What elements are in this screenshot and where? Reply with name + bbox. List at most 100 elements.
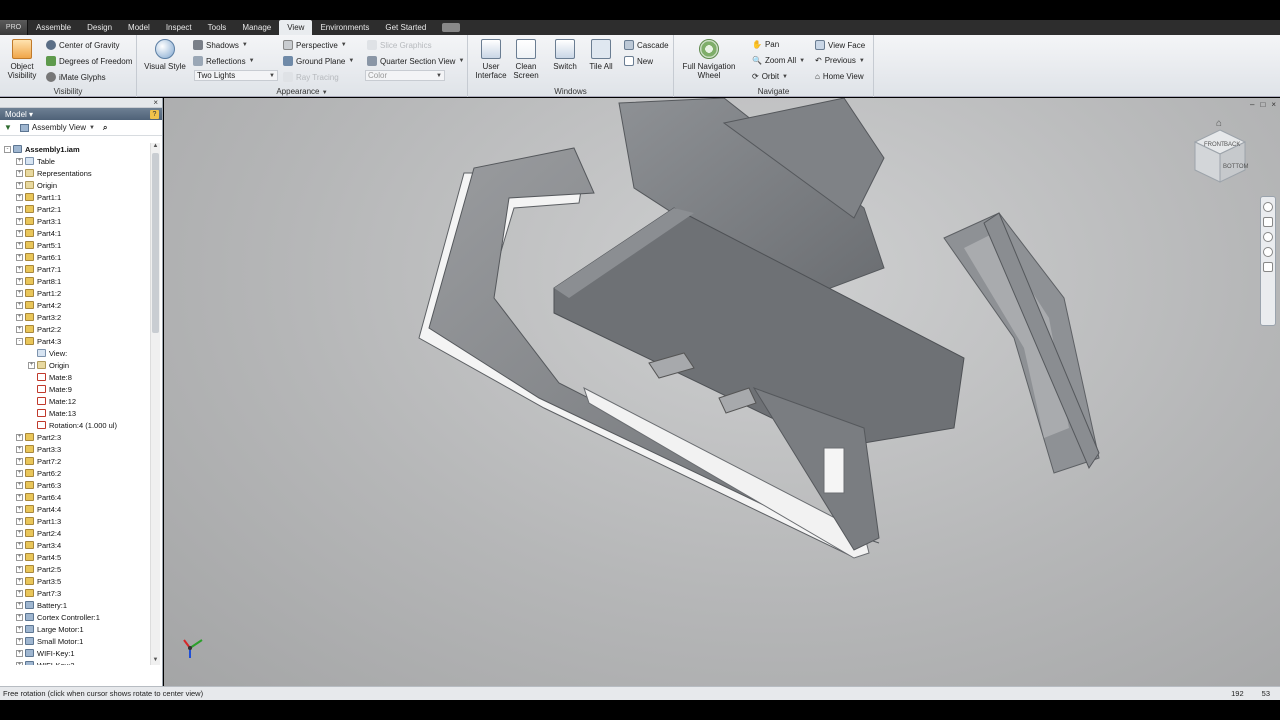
tree-item[interactable]: + WIFI-Key:1 (0, 647, 150, 659)
tree-item[interactable]: + Part2:2 (0, 323, 150, 335)
tree-item[interactable]: + Part6:2 (0, 467, 150, 479)
view-face-button[interactable]: View Face (815, 40, 865, 50)
expand-icon[interactable]: + (16, 601, 23, 609)
tree-item[interactable]: + Part6:3 (0, 479, 150, 491)
restore-icon[interactable]: □ (1260, 100, 1265, 109)
expand-icon[interactable]: + (16, 577, 23, 585)
tab-manage[interactable]: Manage (234, 20, 279, 35)
expand-icon[interactable]: + (16, 565, 23, 573)
scroll-up-icon[interactable]: ▲ (152, 143, 159, 151)
tree-item[interactable]: + Part2:1 (0, 203, 150, 215)
tree-item[interactable]: - Part4:3 (0, 335, 150, 347)
tab-overflow-icon[interactable] (442, 23, 461, 32)
clean-screen-button[interactable]: Clean Screen (510, 39, 542, 80)
expand-icon[interactable]: + (16, 553, 23, 561)
tree-item[interactable]: View: (0, 347, 150, 359)
orbit-button[interactable]: ⟳ Orbit ▼ (752, 72, 788, 81)
imate-glyphs-button[interactable]: iMate Glyphs (46, 72, 106, 82)
expand-icon[interactable]: + (28, 361, 35, 369)
tree-item[interactable]: + Part7:2 (0, 455, 150, 467)
expand-icon[interactable]: + (16, 661, 23, 665)
tab-assemble[interactable]: Assemble (28, 20, 79, 35)
new-window-button[interactable]: New (624, 56, 653, 66)
viewcube-face-front[interactable]: FRONT (1204, 142, 1225, 148)
tree-scrollbar[interactable]: ▲ ▼ (150, 143, 160, 665)
shadows-button[interactable]: Shadows ▼ (193, 40, 248, 50)
expand-icon[interactable]: + (16, 193, 23, 201)
tree-item[interactable]: + Part1:1 (0, 191, 150, 203)
expand-icon[interactable]: + (16, 649, 23, 657)
tree-item[interactable]: + Part4:1 (0, 227, 150, 239)
look-at-icon[interactable] (1263, 262, 1273, 272)
browser-close-icon[interactable]: × (153, 98, 158, 107)
user-interface-button[interactable]: User Interface (474, 39, 508, 80)
expand-icon[interactable]: + (16, 493, 23, 501)
home-view-button[interactable]: ⌂ Home View (815, 72, 864, 81)
expand-icon[interactable]: + (16, 625, 23, 633)
switch-button[interactable]: Switch (548, 39, 582, 71)
zoom-icon[interactable] (1263, 232, 1273, 242)
object-visibility-button[interactable]: Object Visibility (4, 39, 40, 80)
expand-icon[interactable]: + (16, 457, 23, 465)
cascade-button[interactable]: Cascade (624, 40, 669, 50)
expand-icon[interactable]: + (16, 529, 23, 537)
tree-item[interactable]: + Origin (0, 359, 150, 371)
tree-item[interactable]: + Part6:1 (0, 251, 150, 263)
expand-icon[interactable]: + (16, 265, 23, 273)
tree-item[interactable]: Rotation:4 (1.000 ul) (0, 419, 150, 431)
expand-icon[interactable]: + (16, 541, 23, 549)
tree-item[interactable]: - Assembly1.iam (0, 143, 150, 155)
expand-icon[interactable]: + (16, 505, 23, 513)
ground-plane-button[interactable]: Ground Plane ▼ (283, 56, 354, 66)
close-icon[interactable]: × (1271, 100, 1276, 109)
tree-item[interactable]: + Part3:4 (0, 539, 150, 551)
tree-item[interactable]: + Part4:5 (0, 551, 150, 563)
pan-hand-icon[interactable] (1263, 217, 1273, 227)
tab-get-started[interactable]: Get Started (377, 20, 434, 35)
tree-item[interactable]: Mate:12 (0, 395, 150, 407)
help-icon[interactable]: ? (150, 109, 159, 119)
viewcube-widget[interactable]: FRONT BACK BOTTOM (1190, 126, 1250, 186)
scrollbar-thumb[interactable] (152, 153, 159, 333)
expand-icon[interactable]: + (16, 589, 23, 597)
tree-item[interactable]: + Part6:4 (0, 491, 150, 503)
tree-item[interactable]: Mate:13 (0, 407, 150, 419)
slice-graphics-button[interactable]: Slice Graphics (367, 40, 432, 50)
expand-icon[interactable]: + (16, 169, 23, 177)
tree-item[interactable]: + Part8:1 (0, 275, 150, 287)
expand-icon[interactable]: + (16, 469, 23, 477)
tree-item[interactable]: + Part3:5 (0, 575, 150, 587)
tab-inspect[interactable]: Inspect (158, 20, 200, 35)
perspective-button[interactable]: Perspective ▼ (283, 40, 347, 50)
application-menu-button[interactable]: PRO (0, 20, 28, 35)
expand-icon[interactable]: + (16, 301, 23, 309)
expand-icon[interactable]: + (16, 517, 23, 525)
ray-tracing-button[interactable]: Ray Tracing (283, 72, 339, 82)
expand-icon[interactable]: + (16, 253, 23, 261)
color-select[interactable]: Color ▼ (365, 70, 445, 81)
expand-icon[interactable]: + (16, 277, 23, 285)
viewcube-face-bottom[interactable]: BOTTOM (1223, 164, 1249, 170)
tree-item[interactable]: + Representations (0, 167, 150, 179)
expand-icon[interactable]: + (16, 157, 23, 165)
visual-style-button[interactable]: Visual Style (143, 39, 187, 71)
previous-view-button[interactable]: ↶ Previous ▼ (815, 56, 865, 65)
tile-all-button[interactable]: Tile All (584, 39, 618, 71)
expand-icon[interactable]: + (16, 241, 23, 249)
pan-button[interactable]: ✋ Pan (752, 40, 779, 49)
tab-view[interactable]: View (279, 20, 313, 35)
tree-item[interactable]: + Part3:1 (0, 215, 150, 227)
zoom-all-button[interactable]: 🔍 Zoom All ▼ (752, 56, 805, 65)
steering-wheel-icon[interactable] (1263, 202, 1273, 212)
full-navigation-wheel-button[interactable]: Full Navigation Wheel (678, 39, 740, 80)
expand-icon[interactable]: + (16, 481, 23, 489)
expand-icon[interactable]: + (16, 289, 23, 297)
viewcube-face-back[interactable]: BACK (1224, 142, 1240, 148)
reflections-button[interactable]: Reflections ▼ (193, 56, 255, 66)
expand-icon[interactable]: + (16, 205, 23, 213)
tree-item[interactable]: + Part2:5 (0, 563, 150, 575)
tree-item[interactable]: + Battery:1 (0, 599, 150, 611)
assembly-view-select[interactable]: Assembly View ▼ (19, 123, 95, 132)
expand-icon[interactable]: + (16, 433, 23, 441)
graphics-viewport[interactable]: – □ × FRONT BACK BOTTOM ⌂ (164, 98, 1280, 686)
